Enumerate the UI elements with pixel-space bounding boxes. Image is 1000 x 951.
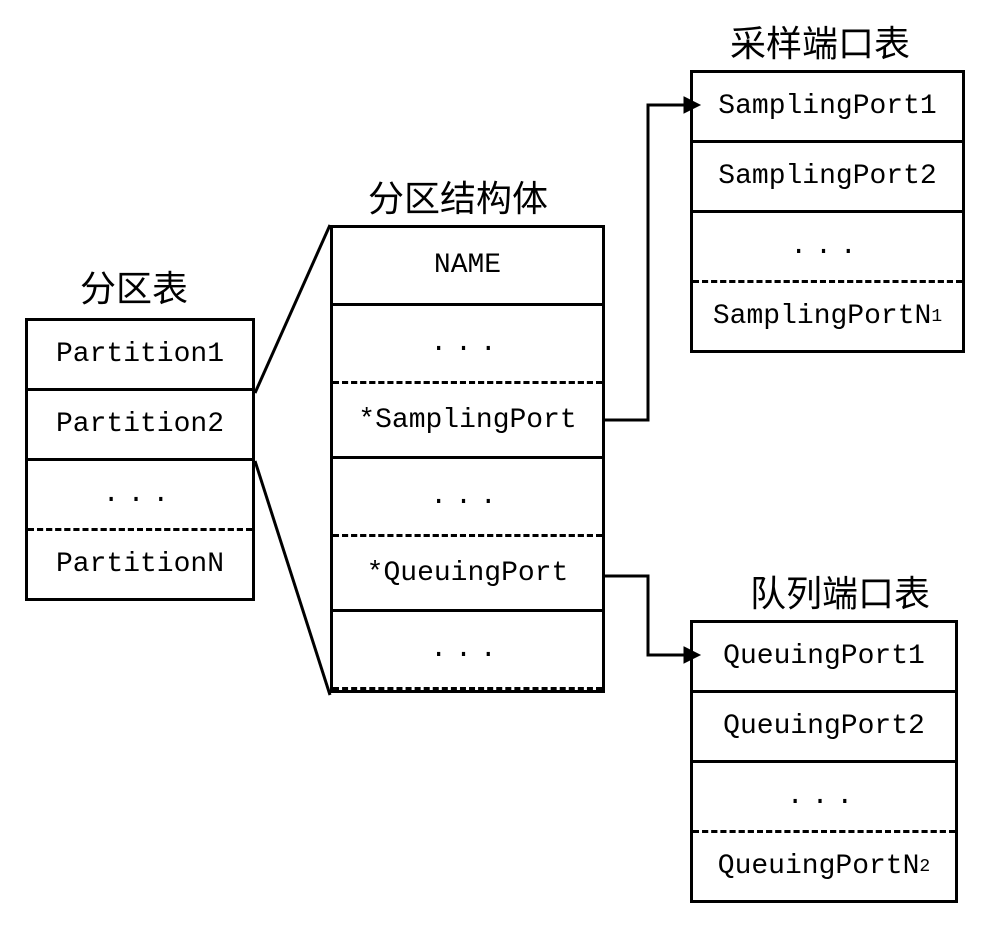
partition-struct-title: 分区结构体 xyxy=(368,170,548,222)
struct-name-row: NAME xyxy=(333,228,602,306)
struct-queuing-ptr: *QueuingPort xyxy=(333,534,602,612)
partition-table: Partition1 Partition2 ... PartitionN xyxy=(25,318,255,601)
sampling-row-2: SamplingPort2 xyxy=(693,143,962,213)
queuing-row-n: QueuingPortN2 xyxy=(693,830,955,900)
queuing-row-dots: ... xyxy=(693,763,955,833)
sampling-pointer-arrow xyxy=(605,97,700,420)
partition-table-title: 分区表 xyxy=(80,260,188,312)
struct-dots-3: ... xyxy=(333,612,602,690)
queuing-pointer-arrow xyxy=(605,576,700,663)
sampling-row-n: SamplingPortN1 xyxy=(693,280,962,350)
struct-sampling-ptr: *SamplingPort xyxy=(333,381,602,459)
struct-dots-1: ... xyxy=(333,306,602,384)
diagram-canvas: 分区表 分区结构体 采样端口表 队列端口表 Partition1 Partiti… xyxy=(0,0,1000,951)
queuing-row-1: QueuingPort1 xyxy=(693,623,955,693)
partition-to-struct-top xyxy=(255,225,330,393)
partition-row-1: Partition1 xyxy=(28,321,252,391)
partition-row-dots: ... xyxy=(28,461,252,531)
sampling-port-table: SamplingPort1 SamplingPort2 ... Sampling… xyxy=(690,70,965,353)
sampling-row-n-sub: 1 xyxy=(931,307,942,327)
queuing-row-n-prefix: QueuingPortN xyxy=(718,851,920,882)
partition-row-2: Partition2 xyxy=(28,391,252,461)
queuing-row-2: QueuingPort2 xyxy=(693,693,955,763)
queuing-row-n-sub: 2 xyxy=(919,857,930,877)
queuing-port-table: QueuingPort1 QueuingPort2 ... QueuingPor… xyxy=(690,620,958,903)
partition-row-n: PartitionN xyxy=(28,528,252,598)
queuing-port-table-title: 队列端口表 xyxy=(750,565,930,617)
sampling-port-table-title: 采样端口表 xyxy=(730,15,910,67)
partition-to-struct-bottom xyxy=(255,461,330,695)
struct-dots-2: ... xyxy=(333,459,602,537)
sampling-row-n-prefix: SamplingPortN xyxy=(713,301,931,332)
partition-struct: NAME ... *SamplingPort ... *QueuingPort … xyxy=(330,225,605,693)
sampling-row-dots: ... xyxy=(693,213,962,283)
sampling-row-1: SamplingPort1 xyxy=(693,73,962,143)
